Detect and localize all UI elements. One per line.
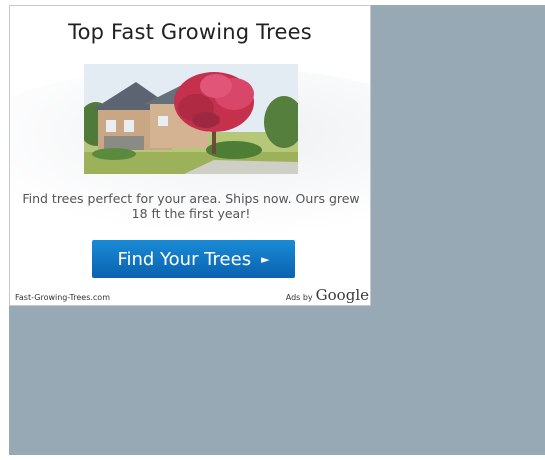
ad-title[interactable]: Top Fast Growing Trees (10, 20, 370, 44)
ads-by-google-link[interactable]: Ads by Google (286, 286, 369, 304)
ad-description[interactable]: Find trees perfect for your area. Ships … (16, 191, 366, 221)
find-your-trees-button[interactable]: Find Your Trees ► (92, 240, 295, 278)
google-logo: Google (315, 286, 369, 304)
ads-by-label: Ads by (285, 293, 313, 302)
ad-banner[interactable]: Top Fast Growing Trees Find trees perfec… (9, 5, 371, 306)
cta-label: Find Your Trees (117, 248, 252, 270)
house-tree-photo[interactable] (84, 64, 298, 174)
play-arrow-icon: ► (261, 252, 270, 266)
page-background: Top Fast Growing Trees Find trees perfec… (9, 5, 545, 455)
display-url-link[interactable]: Fast-Growing-Trees.com (15, 293, 110, 302)
